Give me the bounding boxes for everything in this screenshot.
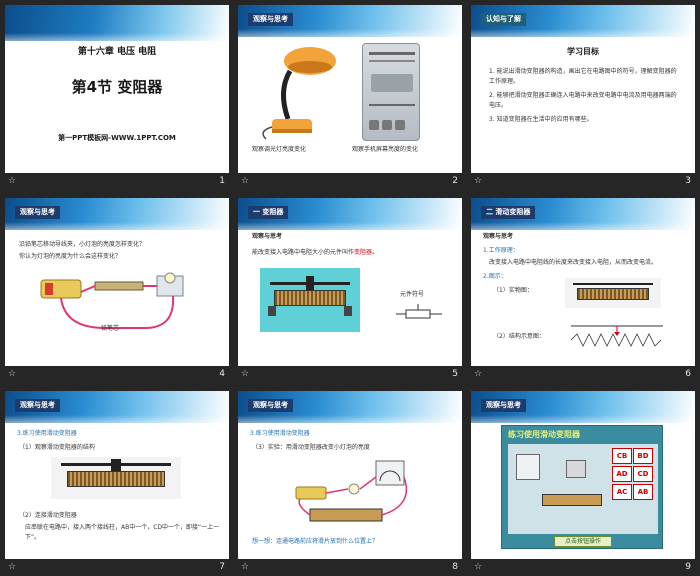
slide-tag: 观察与思考	[481, 399, 526, 412]
slide-5[interactable]: 一 变阻器 观察与思考 能改变接入电路中电阻大小的元件叫作变阻器。 元件符号	[238, 198, 462, 366]
goals-heading: 学习目标	[567, 47, 599, 56]
experiment-step: （3）实验：用滑动变阻器改变小灯泡的亮度	[252, 444, 370, 451]
definition: 能改变接入电路中电阻大小的元件叫作变阻器。	[252, 249, 379, 256]
slide-8[interactable]: 观察与思考 3.练习使用滑动变阻器 （3）实验：用滑动变阻器改变小灯泡的亮度 想…	[238, 391, 462, 559]
slide-number: 5	[452, 369, 458, 379]
section-heading: 3.练习使用滑动变阻器	[17, 430, 77, 437]
pencil-lead-label: 铅笔芯	[101, 325, 120, 332]
btn-cb[interactable]: CB	[612, 448, 632, 464]
slide-9-footer: ☆ 9	[471, 559, 695, 576]
slide-tag: 二 滑动变阻器	[481, 206, 536, 219]
btn-cd[interactable]: CD	[633, 466, 653, 482]
star-icon: ☆	[241, 369, 250, 379]
caption-lamp: 观察调光灯亮度变化	[252, 146, 307, 153]
star-icon: ☆	[8, 369, 17, 379]
slide-number: 3	[685, 176, 691, 186]
sub-heading: 观察与思考	[252, 233, 283, 240]
slide-4-footer: ☆ 4	[5, 366, 229, 384]
think-prompt: 想一想：连通电路前应将滑片放到什么位置上？	[252, 538, 379, 545]
caption-phone: 观察手机屏幕亮度的变化	[352, 146, 419, 153]
step-2-detail: 应串联在电路中，接入两个接线柱，AB中一个，CD中一个，即接“一上一下”。	[25, 524, 220, 541]
btn-ab[interactable]: AB	[633, 484, 653, 500]
star-icon: ☆	[474, 562, 483, 572]
experiment-circuit-image	[295, 460, 408, 522]
structure-diagram	[570, 325, 663, 347]
slide-6[interactable]: 二 滑动变阻器 观察与思考 1.工作原理： 改变接入电路中电阻线的长度来改变接入…	[471, 198, 695, 366]
principle-heading: 1.工作原理：	[483, 247, 519, 254]
slide-7-footer: ☆ 7	[5, 559, 229, 576]
slide-number: 9	[685, 562, 691, 572]
slide-8-footer: ☆ 8	[238, 559, 462, 576]
slide-tag: 一 变阻器	[248, 206, 289, 219]
question-2: 你认为灯泡的亮度为什么会这样变化？	[19, 253, 122, 260]
site-label: 第一PPT模板网-WWW.1PPT.COM	[58, 134, 176, 142]
sub-heading: 观察与思考	[483, 233, 514, 240]
slide-tag: 观察与思考	[248, 13, 293, 26]
rheostat-photo	[51, 457, 181, 499]
slide-1[interactable]: 第十六章 电压 电阻 第4节 变阻器 第一PPT模板网-WWW.1PPT.COM	[5, 5, 229, 173]
goal-1: 1. 能说出滑动变阻器的构造，画出它在电路图中的符号，理解变阻器的工作原理。	[489, 68, 677, 85]
slide-6-footer: ☆ 6	[471, 366, 695, 384]
slide-number: 2	[452, 176, 458, 186]
slide-tag: 观察与思考	[15, 206, 60, 219]
star-icon: ☆	[474, 369, 483, 379]
question-1: 沿铅笔芯移动导线夹，小灯泡的亮度怎样变化？	[19, 241, 146, 248]
symbol-label: 元件符号	[400, 291, 425, 298]
panel-title: 练习使用滑动变阻器	[508, 430, 580, 439]
pencil-lead-circuit-image	[40, 272, 184, 329]
slide-9[interactable]: 观察与思考 练习使用滑动变阻器 CB BD AD CD AC AB 点击按钮操作	[471, 391, 695, 559]
structure-label: （2）结构示意图：	[493, 333, 545, 340]
star-icon: ☆	[241, 562, 250, 572]
goal-3: 3. 知道变阻器在生活中的应用有哪些。	[489, 116, 593, 123]
slide-5-footer: ☆ 5	[238, 366, 462, 384]
real-photo-label: （1）实物图：	[493, 287, 533, 294]
step-1: （1）观察滑动变阻器的结构	[19, 444, 95, 451]
slide-number: 6	[685, 369, 691, 379]
star-icon: ☆	[8, 176, 17, 186]
slide-2[interactable]: 观察与思考 观察调光灯亮度变化 观察手机屏幕亮度的变化	[238, 5, 462, 173]
figure-heading: 2.图示：	[483, 273, 507, 280]
chapter-title: 第十六章 电压 电阻	[77, 47, 157, 57]
slide-tag: 观察与思考	[248, 399, 293, 412]
phone-screen-image	[362, 43, 420, 141]
star-icon: ☆	[474, 176, 483, 186]
rheostat-photo	[565, 278, 661, 308]
btn-bd[interactable]: BD	[633, 448, 653, 464]
section-title: 第4节 变阻器	[71, 78, 163, 96]
rheostat-symbol-icon	[396, 304, 442, 319]
btn-ac[interactable]: AC	[612, 484, 632, 500]
section-heading: 3.练习使用滑动变阻器	[250, 430, 310, 437]
slide-4[interactable]: 观察与思考 沿铅笔芯移动导线夹，小灯泡的亮度怎样变化？ 你认为灯泡的亮度为什么会…	[5, 198, 229, 366]
slide-tag: 观察与思考	[15, 399, 60, 412]
slide-tag: 认知与了解	[481, 13, 526, 26]
star-icon: ☆	[241, 176, 250, 186]
slide-number: 1	[219, 176, 225, 186]
slide-number: 4	[219, 369, 225, 379]
desk-lamp-image	[262, 47, 336, 140]
slide-number: 7	[219, 562, 225, 572]
slide-7[interactable]: 观察与思考 3.练习使用滑动变阻器 （1）观察滑动变阻器的结构 （2）连接滑动变…	[5, 391, 229, 559]
goal-2: 2. 能够把滑动变阻器正确连入电路中来改变电路中电流及用电器两端的电压。	[489, 92, 677, 109]
slide-2-footer: ☆ 2	[238, 173, 462, 191]
slide-3[interactable]: 认知与了解 学习目标 1. 能说出滑动变阻器的构造，画出它在电路图中的符号，理解…	[471, 5, 695, 173]
keyword: 变阻器	[354, 249, 373, 256]
star-icon: ☆	[8, 562, 17, 572]
operate-button[interactable]: 点击按钮操作	[554, 536, 612, 547]
slide-3-footer: ☆ 3	[471, 173, 695, 191]
rheostat-photo	[260, 268, 360, 332]
simulation-panel: 练习使用滑动变阻器 CB BD AD CD AC AB 点击按钮操作	[501, 425, 663, 549]
slide-number: 8	[452, 562, 458, 572]
btn-ad[interactable]: AD	[612, 466, 632, 482]
principle-text: 改变接入电路中电阻线的长度来改变接入电阻，从而改变电流。	[489, 259, 658, 266]
slide-1-footer: ☆ 1	[5, 173, 229, 191]
step-2: （2）连接滑动变阻器	[19, 512, 77, 519]
